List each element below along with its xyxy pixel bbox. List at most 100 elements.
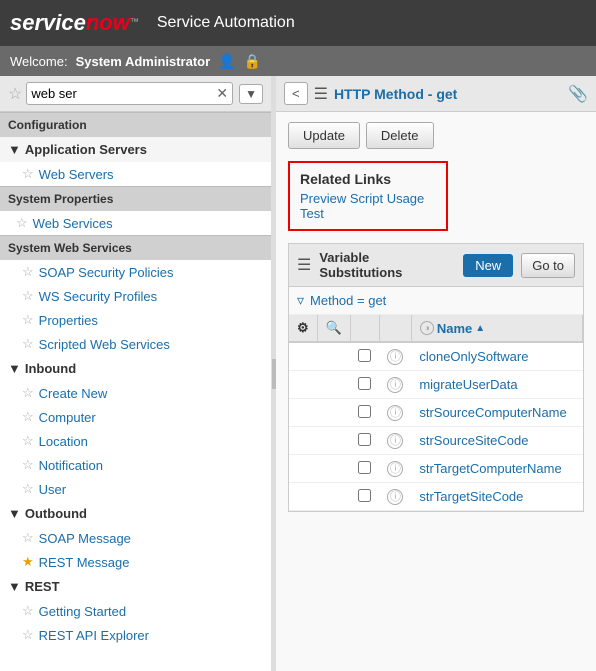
star-icon[interactable]: ☆ — [22, 627, 34, 643]
section-system-web-services: System Web Services — [0, 235, 271, 260]
info-icon[interactable]: ⓘ — [387, 433, 403, 449]
arrow-icon: ▼ — [8, 142, 21, 157]
related-link-test[interactable]: Test — [300, 206, 436, 221]
name-link[interactable]: strSourceComputerName — [419, 405, 566, 420]
sidebar-item-user[interactable]: ☆ User — [0, 477, 271, 501]
rest-message-label: REST Message — [39, 555, 130, 570]
gear-column-header[interactable]: ⚙ — [289, 315, 317, 342]
name-link[interactable]: migrateUserData — [419, 377, 517, 392]
info-cell: ⓘ — [379, 483, 411, 511]
hamburger-icon[interactable]: ☰ — [314, 84, 328, 104]
welcome-label: Welcome: — [10, 54, 68, 69]
search-dropdown[interactable]: ▼ — [239, 84, 263, 104]
related-link-preview[interactable]: Preview Script Usage — [300, 191, 436, 206]
attach-icon[interactable]: 📎 — [568, 84, 588, 104]
goto-button[interactable]: Go to — [521, 253, 575, 278]
favorites-star-icon[interactable]: ☆ — [8, 84, 22, 104]
star-icon[interactable]: ☆ — [22, 433, 34, 449]
name-col-label: Name — [437, 321, 472, 336]
search-clear-icon[interactable]: ✕ — [216, 85, 228, 102]
name-cell: strTargetComputerName — [411, 455, 582, 483]
star-icon[interactable]: ☆ — [22, 166, 34, 182]
info-icon[interactable]: ⓘ — [387, 405, 403, 421]
info-icon[interactable]: ⓘ — [387, 489, 403, 505]
sidebar-item-location[interactable]: ☆ Location — [0, 429, 271, 453]
var-section-header: ☰ Variable Substitutions New Go to — [289, 244, 583, 287]
sidebar-item-rest-api-explorer[interactable]: ☆ REST API Explorer — [0, 623, 271, 647]
star-icon[interactable]: ☆ — [22, 264, 34, 280]
sidebar-item-web-services[interactable]: ☆ Web Services — [0, 211, 271, 235]
row-checkbox[interactable] — [358, 433, 371, 446]
new-button[interactable]: New — [463, 254, 513, 277]
sidebar-group-rest[interactable]: ▼ REST — [0, 574, 271, 599]
sidebar-item-properties[interactable]: ☆ Properties — [0, 308, 271, 332]
sidebar-item-soap-security[interactable]: ☆ SOAP Security Policies — [0, 260, 271, 284]
gear-cell — [289, 371, 317, 399]
ws-security-label: WS Security Profiles — [39, 289, 157, 304]
name-cell: strTargetSiteCode — [411, 483, 582, 511]
info-column-header — [379, 315, 411, 342]
info-icon[interactable]: ⓘ — [387, 377, 403, 393]
search-bar: ☆ ✕ ▼ — [0, 76, 271, 112]
row-checkbox[interactable] — [358, 489, 371, 502]
logo: servicenow™ — [10, 10, 139, 36]
search-column-header[interactable]: 🔍 — [317, 315, 350, 342]
sidebar-item-ws-security[interactable]: ☆ WS Security Profiles — [0, 284, 271, 308]
sidebar-item-scripted-web-services[interactable]: ☆ Scripted Web Services — [0, 332, 271, 356]
name-cell: strSourceComputerName — [411, 399, 582, 427]
info-icon[interactable]: ⓘ — [387, 461, 403, 477]
sidebar-group-inbound[interactable]: ▼ Inbound — [0, 356, 271, 381]
user-icon[interactable]: 👤 — [218, 53, 235, 70]
row-checkbox[interactable] — [358, 405, 371, 418]
sidebar-item-web-servers[interactable]: ☆ Web Servers — [0, 162, 271, 186]
star-icon[interactable]: ☆ — [22, 312, 34, 328]
create-new-label: Create New — [39, 386, 108, 401]
sidebar-resizer[interactable] — [272, 76, 276, 671]
hamburger-icon[interactable]: ☰ — [297, 255, 311, 275]
star-icon[interactable]: ☆ — [16, 215, 28, 231]
row-checkbox[interactable] — [358, 461, 371, 474]
star-icon-filled[interactable]: ★ — [22, 554, 34, 570]
name-link[interactable]: strTargetSiteCode — [419, 489, 523, 504]
name-link[interactable]: strSourceSiteCode — [419, 433, 528, 448]
sidebar-group-outbound[interactable]: ▼ Outbound — [0, 501, 271, 526]
search-input[interactable] — [31, 86, 216, 101]
sidebar-item-rest-message[interactable]: ★ REST Message — [0, 550, 271, 574]
filter-icon[interactable]: ▿ — [297, 292, 304, 309]
star-icon[interactable]: ☆ — [22, 603, 34, 619]
rest-api-explorer-label: REST API Explorer — [39, 628, 149, 643]
star-icon[interactable]: ☆ — [22, 336, 34, 352]
name-column-header[interactable]: ◑ Name ▲ — [411, 315, 582, 342]
star-icon[interactable]: ☆ — [22, 530, 34, 546]
notification-label: Notification — [39, 458, 103, 473]
delete-button[interactable]: Delete — [366, 122, 434, 149]
star-icon[interactable]: ☆ — [22, 288, 34, 304]
sidebar-item-notification[interactable]: ☆ Notification — [0, 453, 271, 477]
sidebar-item-application-servers[interactable]: ▼ Application Servers — [0, 137, 271, 162]
computer-label: Computer — [39, 410, 96, 425]
star-icon[interactable]: ☆ — [22, 385, 34, 401]
table-row: ⓘ cloneOnlySoftware — [289, 342, 583, 371]
sidebar-item-computer[interactable]: ☆ Computer — [0, 405, 271, 429]
sort-arrow-icon[interactable]: ▲ — [475, 323, 485, 334]
sidebar-item-getting-started[interactable]: ☆ Getting Started — [0, 599, 271, 623]
sidebar-item-soap-message[interactable]: ☆ SOAP Message — [0, 526, 271, 550]
row-checkbox[interactable] — [358, 349, 371, 362]
arrow-icon: ▼ — [8, 361, 21, 376]
name-col-circle[interactable]: ◑ — [420, 321, 434, 335]
sidebar-item-create-new[interactable]: ☆ Create New — [0, 381, 271, 405]
star-icon[interactable]: ☆ — [22, 409, 34, 425]
lock-icon[interactable]: 🔒 — [244, 53, 261, 70]
section-system-properties: System Properties — [0, 186, 271, 211]
name-link[interactable]: strTargetComputerName — [419, 461, 561, 476]
header-title: Service Automation — [157, 14, 295, 32]
star-icon[interactable]: ☆ — [22, 457, 34, 473]
info-icon[interactable]: ⓘ — [387, 349, 403, 365]
update-button[interactable]: Update — [288, 122, 360, 149]
star-icon[interactable]: ☆ — [22, 481, 34, 497]
row-checkbox[interactable] — [358, 377, 371, 390]
search-cell — [317, 342, 350, 371]
back-button[interactable]: < — [284, 82, 308, 105]
name-link[interactable]: cloneOnlySoftware — [419, 349, 528, 364]
name-cell: strSourceSiteCode — [411, 427, 582, 455]
